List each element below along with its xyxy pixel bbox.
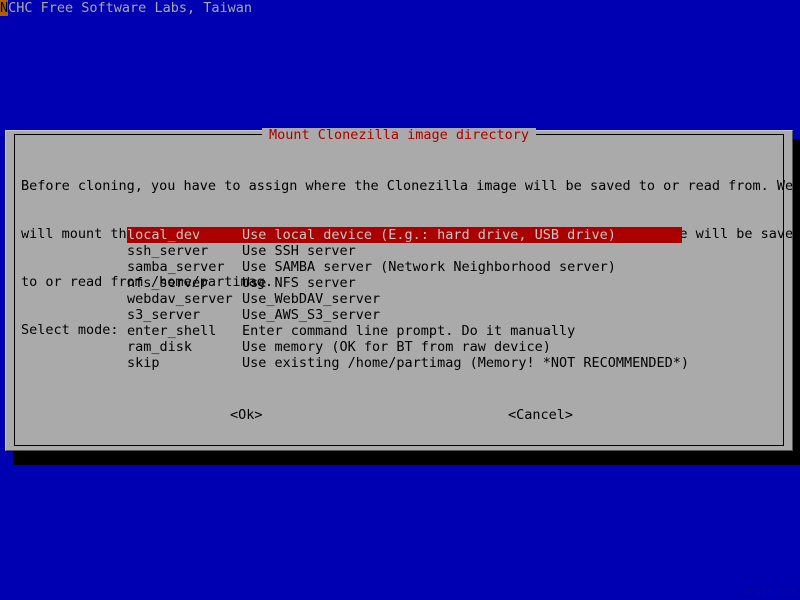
menu-item-nfs-server[interactable]: nfs_server Use NFS server <box>127 275 687 291</box>
menu-item-desc: Use local device (E.g.: hard drive, USB … <box>242 227 616 243</box>
menu-item-s3-server[interactable]: s3_server Use_AWS_S3_server <box>127 307 687 323</box>
clonezilla-console-screen: NCHC Free Software Labs, Taiwan Mount Cl… <box>0 0 800 600</box>
mount-image-directory-dialog: Mount Clonezilla image directory Before … <box>5 128 800 451</box>
menu-item-desc: Use_AWS_S3_server <box>242 307 381 323</box>
menu-item-ssh-server[interactable]: ssh_server Use SSH server <box>127 243 687 259</box>
menu-item-local-dev[interactable]: local_dev Use local device (E.g.: hard d… <box>127 227 682 243</box>
dialog-title: Mount Clonezilla image directory <box>261 128 537 142</box>
menu-item-tag: ssh_server <box>127 243 209 259</box>
menu-item-samba-server[interactable]: samba_server Use SAMBA server (Network N… <box>127 259 687 275</box>
console-header-line: NCHC Free Software Labs, Taiwan <box>0 0 800 17</box>
mode-selection-menu[interactable]: local_dev Use local device (E.g.: hard d… <box>127 227 690 371</box>
dialog-title-bar: Mount Clonezilla image directory <box>15 128 783 142</box>
menu-item-desc: Use memory (OK for BT from raw device) <box>242 339 551 355</box>
menu-item-webdav-server[interactable]: webdav_server Use_WebDAV_server <box>127 291 687 307</box>
menu-item-tag: skip <box>127 355 160 371</box>
watermark-text: wsgvt.com <box>742 586 797 597</box>
menu-item-tag: ram_disk <box>127 339 193 355</box>
menu-item-ram-disk[interactable]: ram_disk Use memory (OK for BT from raw … <box>127 339 687 355</box>
description-line-1: Before cloning, you have to assign where… <box>21 178 794 194</box>
terminal-cursor: N <box>0 0 9 16</box>
menu-item-desc: Use NFS server <box>242 275 356 291</box>
console-header-text: CHC Free Software Labs, Taiwan <box>8 0 252 16</box>
menu-item-skip[interactable]: skip Use existing /home/partimag (Memory… <box>127 355 690 371</box>
dialog-button-row: <Ok> <Cancel> <box>15 407 783 423</box>
menu-item-desc: Use existing /home/partimag (Memory! *NO… <box>242 355 690 371</box>
menu-item-desc: Use SAMBA server (Network Neighborhood s… <box>242 259 616 275</box>
dialog-inner-frame: Mount Clonezilla image directory Before … <box>14 128 800 446</box>
menu-item-tag: samba_server <box>127 259 225 275</box>
menu-item-desc: Use SSH server <box>242 243 356 259</box>
menu-item-tag: nfs_server <box>127 275 209 291</box>
menu-item-tag: webdav_server <box>127 291 233 307</box>
menu-item-tag: enter_shell <box>127 323 217 339</box>
cancel-button[interactable]: <Cancel> <box>508 407 573 423</box>
ok-button[interactable]: <Ok> <box>230 407 263 423</box>
menu-item-enter-shell[interactable]: enter_shell Enter command line prompt. D… <box>127 323 687 339</box>
menu-item-desc: Enter command line prompt. Do it manuall… <box>242 323 576 339</box>
menu-item-desc: Use_WebDAV_server <box>242 291 381 307</box>
menu-item-tag: s3_server <box>127 307 201 323</box>
menu-item-tag: local_dev <box>127 227 201 243</box>
